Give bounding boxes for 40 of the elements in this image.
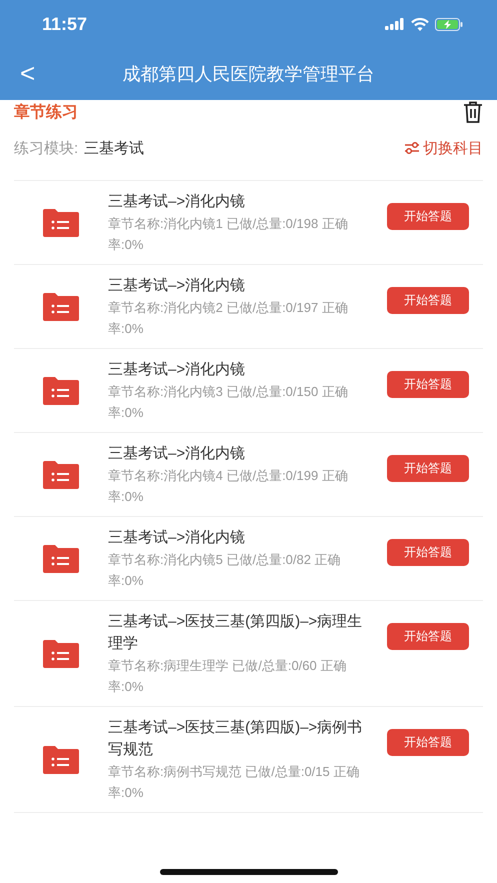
wifi-icon bbox=[411, 18, 429, 30]
back-button[interactable]: < bbox=[16, 58, 40, 88]
chapter-detail: 章节名称:消化内镜3 已做/总量:0/150 正确率:0% bbox=[108, 383, 349, 422]
nav-title: 成都第四人民医院教学管理平台 bbox=[122, 63, 374, 86]
module-value: 三基考试 bbox=[84, 138, 144, 158]
start-answer-button[interactable]: 开始答题 bbox=[387, 623, 469, 650]
sliders-icon bbox=[404, 141, 420, 155]
folder-list-icon bbox=[43, 293, 79, 321]
chapter-title: 三基考试–>消化内镜 bbox=[108, 192, 246, 212]
folder-list-icon bbox=[43, 746, 79, 774]
chapter-title: 三基考试–>医技三基(第四版)–>病例书写规范 bbox=[108, 718, 364, 760]
folder-list-icon bbox=[43, 209, 79, 237]
signal-icon bbox=[385, 18, 405, 30]
chapter-detail: 章节名称:消化内镜5 已做/总量:0/82 正确率:0% bbox=[108, 551, 342, 590]
start-answer-button[interactable]: 开始答题 bbox=[387, 539, 469, 566]
start-answer-button[interactable]: 开始答题 bbox=[387, 729, 469, 756]
chapter-title: 三基考试–>消化内镜 bbox=[108, 444, 246, 464]
folder-list-icon bbox=[43, 461, 79, 489]
chapter-detail: 章节名称:消化内镜1 已做/总量:0/198 正确率:0% bbox=[108, 215, 349, 254]
chapter-detail: 章节名称:病理生理学 已做/总量:0/60 正确率:0% bbox=[108, 657, 348, 696]
module-label: 练习模块: bbox=[14, 138, 78, 158]
folder-list-icon bbox=[43, 545, 79, 573]
start-answer-button[interactable]: 开始答题 bbox=[387, 203, 469, 230]
chapter-title: 三基考试–>消化内镜 bbox=[108, 276, 246, 296]
chapter-title: 三基考试–>消化内镜 bbox=[108, 360, 246, 380]
chapter-detail: 章节名称:消化内镜2 已做/总量:0/197 正确率:0% bbox=[108, 299, 349, 338]
start-answer-button[interactable]: 开始答题 bbox=[387, 455, 469, 482]
chapter-title: 三基考试–>消化内镜 bbox=[108, 528, 246, 548]
battery-charging-icon bbox=[435, 18, 463, 30]
chapter-detail: 章节名称:病例书写规范 已做/总量:0/15 正确率:0% bbox=[108, 763, 360, 802]
switch-subject-link[interactable]: 切换科目 bbox=[404, 138, 483, 158]
start-answer-button[interactable]: 开始答题 bbox=[387, 287, 469, 314]
section-title: 章节练习 bbox=[14, 102, 78, 122]
folder-list-icon bbox=[43, 640, 79, 668]
chapter-title: 三基考试–>医技三基(第四版)–>病理生理学 bbox=[108, 612, 364, 654]
chapter-detail: 章节名称:消化内镜4 已做/总量:0/199 正确率:0% bbox=[108, 467, 349, 506]
folder-list-icon bbox=[43, 377, 79, 405]
status-time: 11:57 bbox=[42, 14, 88, 34]
start-answer-button[interactable]: 开始答题 bbox=[387, 371, 469, 398]
trash-icon[interactable] bbox=[463, 101, 483, 123]
